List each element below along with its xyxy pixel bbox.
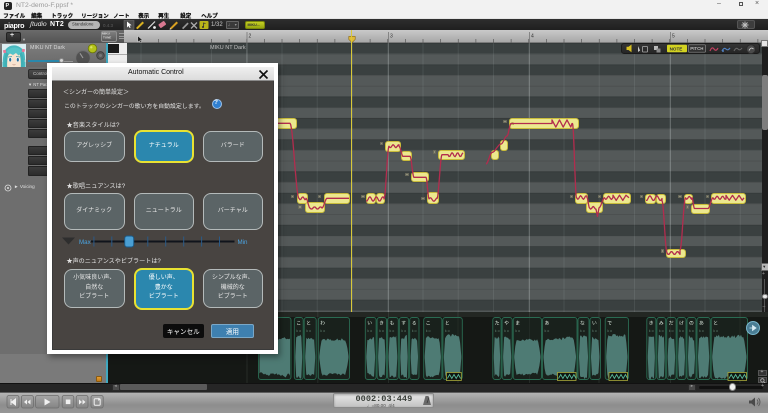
svg-text:k o: k o — [320, 329, 325, 333]
svg-text:た: た — [495, 321, 500, 327]
svg-text:k o: k o — [545, 329, 550, 333]
svg-text:な: な — [580, 320, 585, 327]
svg-text:k o: k o — [296, 329, 301, 333]
svg-text:Min: Min — [238, 239, 249, 246]
svg-text:け: け — [679, 321, 684, 327]
svg-text:k o: k o — [412, 329, 417, 333]
svg-text:k o: k o — [504, 329, 509, 333]
svg-text:Max: Max — [79, 239, 92, 246]
svg-text:で: で — [607, 321, 612, 327]
svg-text:k o: k o — [592, 329, 597, 333]
svg-text:k o: k o — [580, 329, 585, 333]
svg-text:あ: あ — [699, 321, 704, 327]
svg-text:や: や — [504, 320, 509, 327]
svg-text:k o: k o — [426, 329, 431, 333]
svg-text:い: い — [367, 321, 372, 327]
svg-text:k o: k o — [679, 329, 684, 333]
svg-text:わ: わ — [320, 320, 325, 327]
svg-text:k o: k o — [689, 329, 694, 333]
svg-text:k o: k o — [699, 329, 704, 333]
svg-text:k o: k o — [401, 329, 406, 333]
svg-text:k o: k o — [306, 329, 311, 333]
svg-text:み: み — [659, 321, 664, 327]
svg-text:こ: こ — [296, 321, 301, 327]
svg-text:k o: k o — [659, 329, 664, 333]
svg-text:と: と — [306, 321, 311, 327]
svg-text:k o: k o — [379, 329, 384, 333]
svg-text:k o: k o — [390, 329, 395, 333]
svg-text:だ: だ — [669, 321, 674, 327]
svg-text:k o: k o — [669, 329, 674, 333]
svg-text:k o: k o — [649, 329, 654, 333]
svg-text:こ: こ — [426, 321, 431, 327]
svg-text:k o: k o — [515, 329, 520, 333]
svg-text:k o: k o — [495, 329, 500, 333]
svg-text:k o: k o — [713, 329, 718, 333]
svg-text:あ: あ — [545, 321, 550, 327]
svg-text:き: き — [379, 320, 384, 327]
svg-text:の: の — [689, 321, 694, 327]
svg-text:い: い — [592, 321, 597, 327]
svg-text:と: と — [713, 321, 718, 327]
svg-text:k o: k o — [445, 329, 450, 333]
svg-text:k o: k o — [607, 329, 612, 333]
svg-text:す: す — [401, 321, 406, 327]
svg-text:と: と — [445, 321, 450, 327]
svg-text:る: る — [412, 321, 417, 327]
svg-text:k o: k o — [367, 329, 372, 333]
svg-text:き: き — [649, 320, 654, 327]
svg-text:ま: ま — [515, 321, 520, 327]
svg-text:も: も — [390, 321, 395, 327]
